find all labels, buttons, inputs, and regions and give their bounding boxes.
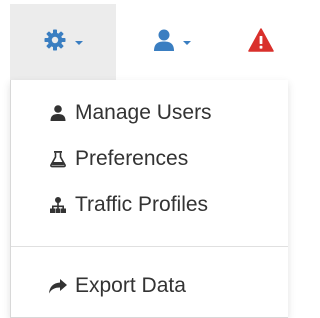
menu-item-traffic-profiles[interactable]: Traffic Profiles [47,190,208,220]
top-navbar [0,0,288,80]
sitemap-icon [47,194,69,216]
menu-item-preferences[interactable]: Preferences [47,144,188,174]
user-dropdown-toggle[interactable] [128,4,216,80]
users-icon [47,102,69,124]
menu-item-label: Preferences [75,147,189,170]
menu-divider [11,246,288,247]
share-arrow-icon [47,275,69,297]
chevron-down-icon [183,41,191,45]
flask-icon [47,148,69,170]
settings-dropdown-toggle[interactable] [10,4,116,80]
menu-item-label: Export Data [75,274,186,297]
settings-dropdown-menu: Manage Users Preferences Traffic Profile… [10,80,288,318]
alerts-toggle[interactable] [232,4,288,80]
menu-item-export-data[interactable]: Export Data [47,271,186,301]
menu-item-manage-users[interactable]: Manage Users [47,98,212,128]
menu-item-label: Manage Users [75,101,212,124]
chevron-down-icon [75,41,83,45]
gear-icon [43,28,67,57]
menu-item-label: Traffic Profiles [75,193,209,216]
user-icon [153,28,175,57]
warning-icon [248,27,274,57]
